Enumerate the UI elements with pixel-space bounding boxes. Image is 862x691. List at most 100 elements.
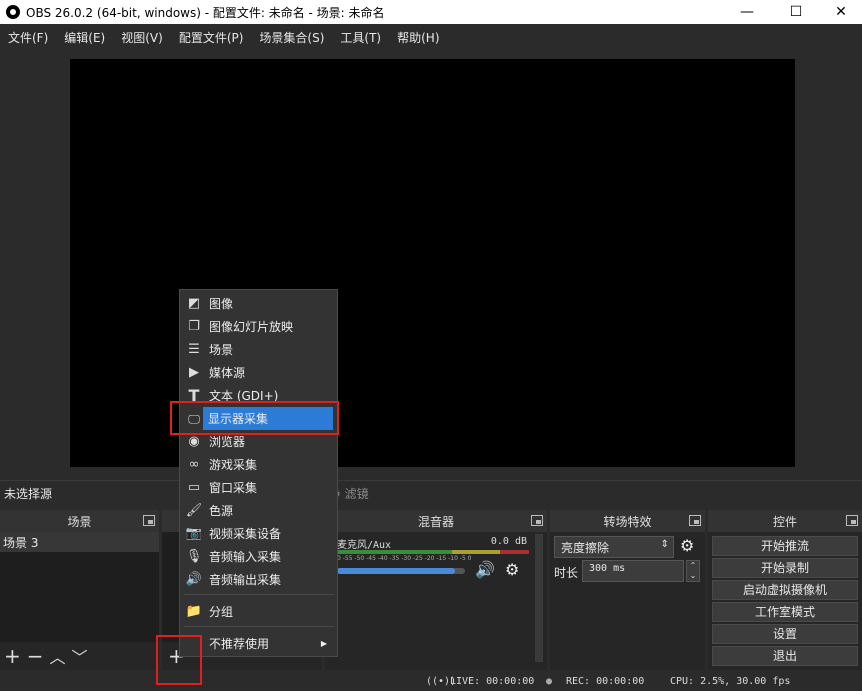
start-virtual-camera-button[interactable]: 启动虚拟摄像机 [712,580,858,600]
menu-bar: 文件(F) 编辑(E) 视图(V) 配置文件(P) 场景集合(S) 工具(T) … [0,24,862,50]
gear-icon[interactable]: ⚙ [680,536,694,555]
menu-item-label: 色源 [209,504,234,518]
remove-scene-button[interactable]: − [27,644,44,668]
start-recording-button[interactable]: 开始录制 [712,558,858,578]
list-icon: ☰ [188,342,200,357]
menu-item-label: 媒体源 [209,366,246,380]
exit-button[interactable]: 退出 [712,646,858,666]
settings-button[interactable]: 设置 [712,624,858,644]
menu-file[interactable]: 文件(F) [0,29,56,46]
mixer-dock: 混音器 麦克风/Aux 0.0 dB 0 -55 -50 -45 -40 -35… [325,510,547,670]
scene-item[interactable]: 场景 3 [0,532,159,552]
scenes-dock-header: 场景 [0,510,159,532]
speaker-icon[interactable]: 🔊 [475,560,495,579]
speaker-icon: 🔊 [185,572,203,587]
chevron-updown-icon: ⇕ [660,539,669,550]
mixer-title: 混音器 [417,514,454,529]
live-status: LIVE: 00:00:00 [450,676,535,687]
menu-edit[interactable]: 编辑(E) [56,29,113,46]
menu-item-media-source[interactable]: ▶ 媒体源 [180,361,337,384]
menu-item-group[interactable]: 📁 分组 [180,600,337,623]
transitions-dock-header: 转场特效 [550,510,705,532]
volume-fill [337,568,455,574]
gear-icon[interactable]: ⚙ [505,560,519,579]
undock-icon[interactable] [143,515,155,526]
menu-item-scene[interactable]: ☰ 场景 [180,338,337,361]
menu-item-audio-input[interactable]: 🎙 音频输入采集 [180,545,337,568]
menu-separator [184,626,334,627]
undock-icon[interactable] [689,515,701,526]
highlight-box [170,401,339,435]
menu-item-label: 游戏采集 [209,458,258,472]
undock-icon[interactable] [531,515,543,526]
scenes-list: 场景 3 [0,532,159,642]
menu-item-label: 图像 [209,297,234,311]
title-bar: OBS 26.0.2 (64-bit, windows) - 配置文件: 未命名… [0,0,862,24]
menu-scene-collection[interactable]: 场景集合(S) [251,29,332,46]
scenes-title: 场景 [67,514,92,529]
menu-item-label: 场景 [209,343,234,357]
duration-label: 时长 [554,566,579,580]
no-source-label: 未选择源 [4,487,53,501]
studio-mode-button[interactable]: 工作室模式 [712,602,858,622]
menu-item-video-capture[interactable]: 📷 视频采集设备 [180,522,337,545]
image-icon: ◩ [187,296,201,311]
meter-scale: 0 -55 -50 -45 -40 -35 -30 -25 -20 -15 -1… [337,555,472,562]
controls-dock-header: 控件 [708,510,862,532]
menu-item-label: 音频输出采集 [209,573,282,587]
menu-profile[interactable]: 配置文件(P) [171,29,252,46]
transitions-dock: 转场特效 亮度擦除 ⇕ ⚙ 时长 300 ms ⌃ ⌄ [550,510,705,670]
duration-value: 300 ms [589,563,626,574]
window-title: OBS 26.0.2 (64-bit, windows) - 配置文件: 未命名… [26,5,385,20]
menu-item-slideshow[interactable]: ❐ 图像幻灯片放映 [180,315,337,338]
volume-track[interactable] [337,568,465,574]
menu-view[interactable]: 视图(V) [113,29,171,46]
rec-dot-icon: ● [546,676,553,687]
transition-selected: 亮度擦除 [561,541,610,555]
slideshow-icon: ❐ [188,319,200,334]
undock-icon[interactable] [846,515,858,526]
start-streaming-button[interactable]: 开始推流 [712,536,858,556]
mixer-dock-header: 混音器 [325,510,547,532]
menu-item-audio-output[interactable]: 🔊 音频输出采集 [180,568,337,591]
duration-spinner[interactable]: ⌃ ⌄ [686,560,700,582]
menu-item-label: 图像幻灯片放映 [209,320,294,334]
menu-item-color-source[interactable]: 🖌 色源 [180,499,337,522]
scenes-dock: 场景 场景 3 + − ︿ ﹀ [0,510,159,670]
highlight-box [156,635,202,685]
add-scene-button[interactable]: + [4,644,21,668]
transition-select[interactable]: 亮度擦除 ⇕ [554,536,674,558]
play-icon: ▶ [189,365,199,380]
menu-tools[interactable]: 工具(T) [332,29,389,46]
menu-item-window-capture[interactable]: ▭ 窗口采集 [180,476,337,499]
menu-item-label: 浏览器 [209,435,246,449]
menu-item-image[interactable]: ◩ 图像 [180,292,337,315]
menu-item-label: 音频输入采集 [209,550,282,564]
obs-logo-icon [6,5,20,19]
controls-title: 控件 [772,514,797,529]
duration-input[interactable]: 300 ms [582,560,684,582]
move-up-icon[interactable]: ︿ [50,644,66,668]
menu-separator [184,594,334,595]
transitions-title: 转场特效 [603,514,652,529]
mixer-scrollbar[interactable] [535,534,543,662]
maximize-button[interactable]: ☐ [773,0,819,24]
mixer-db-value: 0.0 dB [490,536,527,547]
rec-status: REC: 00:00:00 [566,676,645,687]
filters-label: 滤镜 [344,487,369,501]
menu-item-label: 窗口采集 [209,481,258,495]
minimize-button[interactable]: — [724,0,770,24]
audio-meter [337,550,529,554]
window-icon: ▭ [187,480,201,495]
status-bar: ((•)) LIVE: 00:00:00 ● REC: 00:00:00 CPU… [0,672,862,691]
globe-icon: ◉ [188,434,200,449]
menu-item-label: 视频采集设备 [209,527,282,541]
menu-item-deprecated[interactable]: 不推荐使用 ▶ [180,632,337,655]
close-button[interactable]: ✕ [818,0,862,24]
menu-item-game-capture[interactable]: ∞ 游戏采集 [180,453,337,476]
move-down-icon[interactable]: ﹀ [72,644,88,668]
menu-item-label: 分组 [209,605,234,619]
brush-icon: 🖌 [185,503,203,518]
mixer-channel-name: 麦克风/Aux [337,540,392,551]
menu-help[interactable]: 帮助(H) [389,29,447,46]
